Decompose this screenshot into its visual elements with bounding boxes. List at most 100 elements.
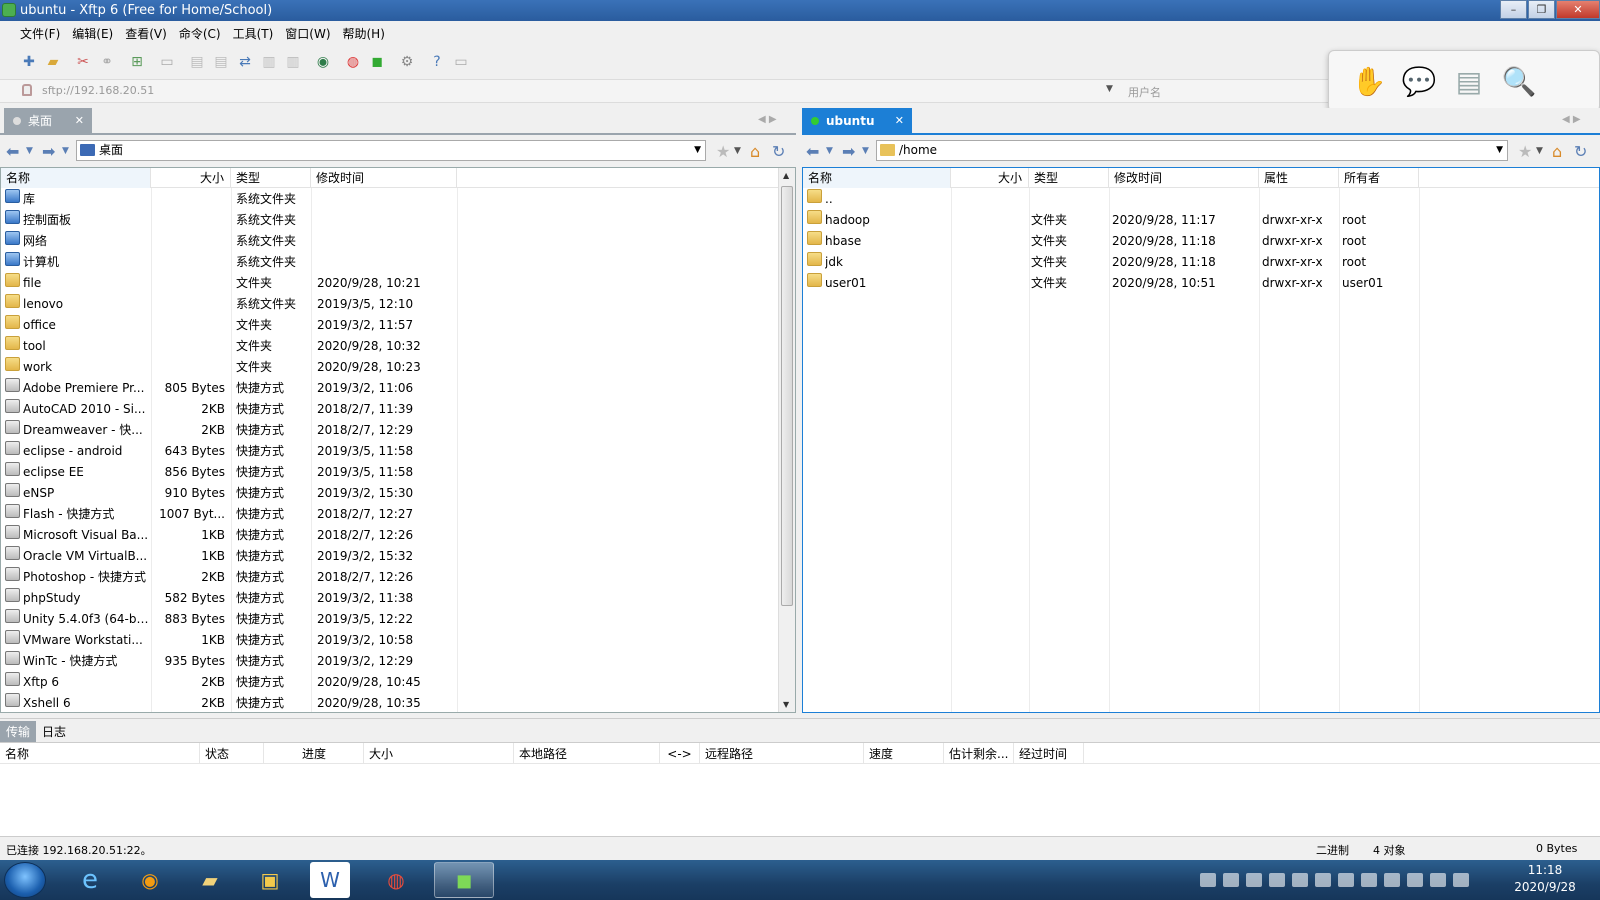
chevron-down-icon[interactable]: ▼ (862, 146, 869, 156)
column-direction[interactable]: <-> (660, 743, 700, 765)
chevron-down-icon[interactable]: ▼ (826, 146, 833, 156)
file-row[interactable]: eclipse EE 856 Bytes 快捷方式 2019/3/5, 11:58 (1, 462, 795, 483)
file-row[interactable]: Adobe Premiere Pr... 805 Bytes 快捷方式 2019/3/… (1, 378, 795, 399)
close-tab-icon[interactable]: ✕ (75, 108, 84, 134)
chevron-down-icon[interactable]: ▼ (1106, 84, 1113, 94)
file-row[interactable]: 库 系统文件夹 (1, 189, 795, 210)
volume-icon[interactable] (1430, 873, 1446, 887)
file-row[interactable]: VMware Workstati... 1KB 快捷方式 2019/3/2, 10:5… (1, 630, 795, 651)
file-row[interactable]: 计算机 系统文件夹 (1, 252, 795, 273)
tab-remote-ubuntu[interactable]: ubuntu ✕ (802, 108, 912, 134)
minimize-button[interactable]: – (1500, 0, 1527, 19)
new-folder-icon[interactable]: ⊞ (126, 51, 148, 73)
menu-help[interactable]: 帮助(H) (337, 25, 391, 42)
vertical-scrollbar[interactable]: ▲ ▼ (778, 168, 795, 712)
file-row[interactable]: work 文件夹 2020/9/28, 10:23 (1, 357, 795, 378)
file-row[interactable]: Oracle VM VirtualB... 1KB 快捷方式 2019/3/2, 15… (1, 546, 795, 567)
file-row[interactable]: WinTc - 快捷方式 935 Bytes 快捷方式 2019/3/2, 12:29 (1, 651, 795, 672)
globe-icon[interactable]: ◉ (312, 51, 334, 73)
scrollbar-thumb[interactable] (781, 186, 793, 606)
file-row[interactable]: Photoshop - 快捷方式 2KB 快捷方式 2018/2/7, 12:26 (1, 567, 795, 588)
column-remote-path[interactable]: 远程路径 (700, 743, 864, 765)
menu-command[interactable]: 命令(C) (173, 25, 227, 42)
monitor-icon[interactable] (1315, 873, 1331, 887)
host-address-input[interactable]: sftp://192.168.20.51 (42, 84, 154, 97)
file-row[interactable]: eclipse - android 643 Bytes 快捷方式 2019/3/5, … (1, 441, 795, 462)
app-tray-icon[interactable] (1269, 873, 1285, 887)
paste-icon[interactable]: ▤ (210, 51, 232, 73)
adobe-icon[interactable] (1292, 873, 1308, 887)
home-icon[interactable]: ⌂ (1552, 142, 1562, 161)
forward-arrow-icon[interactable]: ➡ (42, 142, 55, 161)
refresh-icon[interactable]: ↻ (1574, 142, 1587, 161)
column-eta[interactable]: 估计剩余... (944, 743, 1014, 765)
file-explorer-icon[interactable]: ▰ (182, 862, 238, 898)
chevron-down-icon[interactable]: ▼ (734, 146, 741, 156)
refresh-icon[interactable]: ↻ (772, 142, 785, 161)
column-modified[interactable]: 修改时间 (1109, 168, 1259, 188)
file-row[interactable]: jdk 文件夹 2020/9/28, 11:18 drwxr-xr-x root (803, 252, 1599, 273)
local-file-list[interactable]: 名称 大小 类型 修改时间 库系统文件夹 控制面板 系统文件夹 网络 系统文件夹 计算机系… (0, 167, 796, 713)
keyboard-icon[interactable] (1200, 873, 1216, 887)
file-row[interactable]: Xftp 6 2KB 快捷方式 2020/9/28, 10:45 (1, 672, 795, 693)
tab-log[interactable]: 日志 (36, 721, 72, 743)
xshell-icon[interactable]: ◍ (368, 862, 424, 898)
internet-explorer-icon[interactable]: e (62, 862, 118, 898)
local-path-input[interactable]: 桌面 ▼ (76, 140, 706, 161)
file-row[interactable]: Dreamweaver - 快... 2KB 快捷方式 2018/2/7, 12:29 (1, 420, 795, 441)
chevron-down-icon[interactable]: ▼ (26, 146, 33, 156)
file-row[interactable]: lenovo 系统文件夹 2019/3/5, 12:10 (1, 294, 795, 315)
tab-scroll-left-icon[interactable]: ◀ ▶ (758, 114, 777, 125)
column-elapsed[interactable]: 经过时间 (1014, 743, 1084, 765)
menu-file[interactable]: 文件(F) (14, 25, 66, 42)
back-arrow-icon[interactable]: ⬅ (6, 142, 19, 161)
transfer-icon[interactable]: ⇄ (234, 51, 256, 73)
xftp-taskbar-icon[interactable]: ◼ (434, 862, 494, 898)
file-row[interactable]: user01 文件夹 2020/9/28, 10:51 drwxr-xr-x user0… (803, 273, 1599, 294)
column-type[interactable]: 类型 (1029, 168, 1109, 188)
virtualbox-icon[interactable]: ▣ (242, 862, 298, 898)
input-method-icon[interactable] (1246, 873, 1262, 887)
file-row[interactable]: Unity 5.4.0f3 (64-bit) 883 Bytes 快捷方式 2019/… (1, 609, 795, 630)
maximize-button[interactable]: ❐ (1528, 0, 1555, 19)
menu-view[interactable]: 查看(V) (119, 25, 173, 42)
transfer-list[interactable] (0, 764, 1600, 836)
scroll-up-icon[interactable]: ▲ (783, 171, 789, 180)
column-type[interactable]: 类型 (231, 168, 311, 188)
back-arrow-icon[interactable]: ⬅ (806, 142, 819, 161)
home-icon[interactable]: ⌂ (750, 142, 760, 161)
file-row[interactable]: office 文件夹 2019/3/2, 11:57 (1, 315, 795, 336)
action-center-icon[interactable] (1453, 873, 1469, 887)
magnifier-icon[interactable]: 🔍 (1499, 61, 1539, 101)
disconnect-icon[interactable]: ✂ (72, 51, 94, 73)
reconnect-icon[interactable]: ⚭ (96, 51, 118, 73)
star-icon[interactable]: ★ (716, 142, 730, 161)
document-arrow-icon[interactable]: ▤ (1449, 61, 1489, 101)
file-row[interactable]: hbase 文件夹 2020/9/28, 11:18 drwxr-xr-x root (803, 231, 1599, 252)
tab-scroll-icon[interactable]: ◀ ▶ (1562, 114, 1581, 125)
column-progress[interactable]: 进度 (264, 743, 364, 765)
xftp-icon[interactable]: ◼ (366, 51, 388, 73)
close-button[interactable]: ✕ (1556, 0, 1600, 19)
bluetooth-icon[interactable] (1338, 873, 1354, 887)
star-icon[interactable]: ★ (1518, 142, 1532, 161)
file-row[interactable]: AutoCAD 2010 - Si... 2KB 快捷方式 2018/2/7, 11:… (1, 399, 795, 420)
column-local-path[interactable]: 本地路径 (514, 743, 660, 765)
file-row[interactable]: hadoop 文件夹 2020/9/28, 11:17 drwxr-xr-x root (803, 210, 1599, 231)
menu-window[interactable]: 窗口(W) (279, 25, 336, 42)
chevron-down-icon[interactable]: ▼ (1536, 146, 1543, 156)
column-size[interactable]: 大小 (151, 168, 231, 188)
column-size[interactable]: 大小 (364, 743, 514, 765)
properties-icon[interactable]: ▥ (282, 51, 304, 73)
close-tab-icon[interactable]: ✕ (895, 108, 904, 134)
file-row[interactable]: tool 文件夹 2020/9/28, 10:32 (1, 336, 795, 357)
column-name[interactable]: 名称 (803, 168, 951, 188)
column-speed[interactable]: 速度 (864, 743, 944, 765)
chevron-down-icon[interactable]: ▼ (694, 141, 701, 160)
help-icon[interactable] (1223, 873, 1239, 887)
xshell-icon[interactable]: ◍ (342, 51, 364, 73)
browser-app-icon[interactable]: ◉ (122, 862, 178, 898)
chevron-down-icon[interactable]: ▼ (62, 146, 69, 156)
column-status[interactable]: 状态 (200, 743, 264, 765)
gear-icon[interactable]: ⚙ (396, 51, 418, 73)
